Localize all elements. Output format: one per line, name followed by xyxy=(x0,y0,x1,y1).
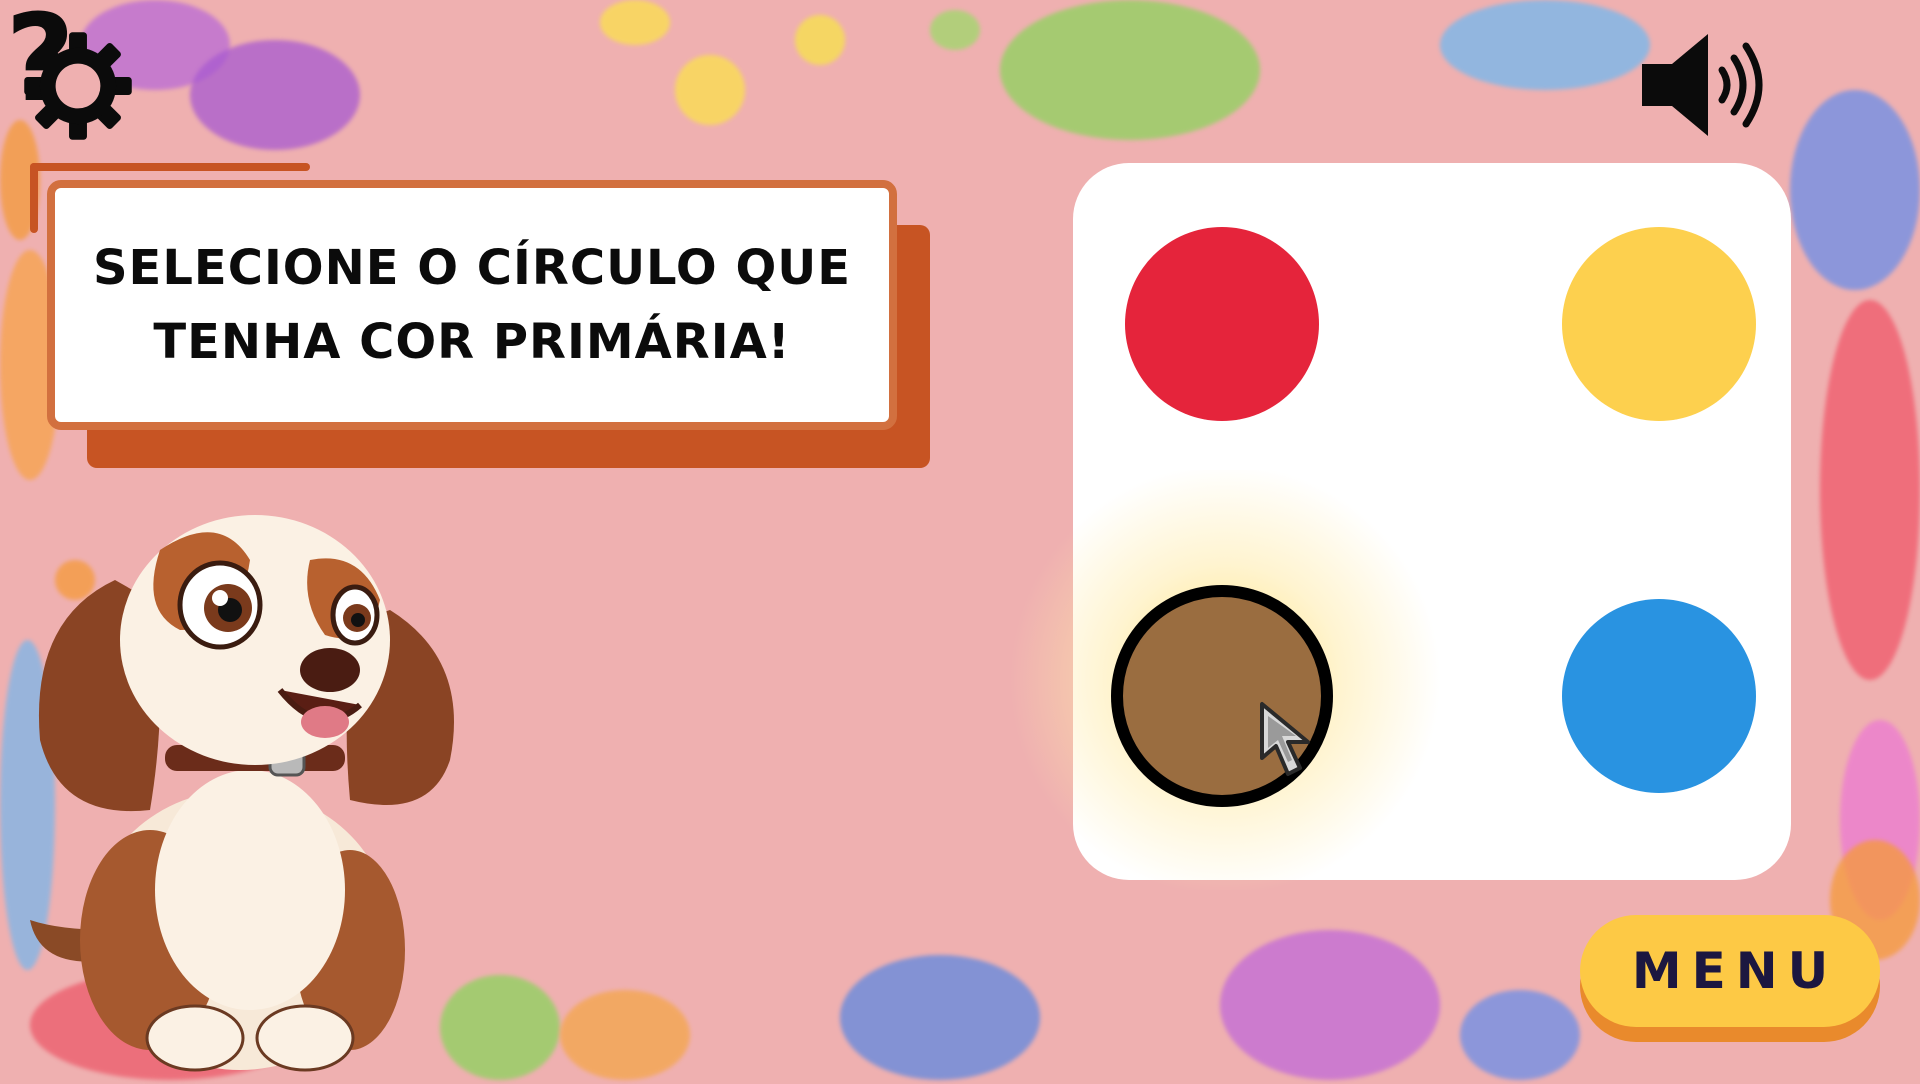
speaker-icon[interactable] xyxy=(1638,30,1770,140)
question-text: SELECIONE O CÍRCULO QUE TENHA COR PRIMÁR… xyxy=(92,240,852,370)
menu-label: MENU xyxy=(1631,942,1839,1000)
question-card: SELECIONE O CÍRCULO QUE TENHA COR PRIMÁR… xyxy=(47,180,897,430)
card-decoration xyxy=(30,163,310,171)
gear-icon[interactable] xyxy=(22,30,134,142)
option-red-circle[interactable] xyxy=(1125,227,1319,421)
card-decoration xyxy=(30,163,38,233)
option-yellow-circle[interactable] xyxy=(1562,227,1756,421)
dog-character xyxy=(20,490,480,1080)
option-blue-circle[interactable] xyxy=(1562,599,1756,793)
mouse-cursor-icon xyxy=(1258,700,1336,780)
menu-button[interactable]: MENU xyxy=(1580,915,1880,1027)
